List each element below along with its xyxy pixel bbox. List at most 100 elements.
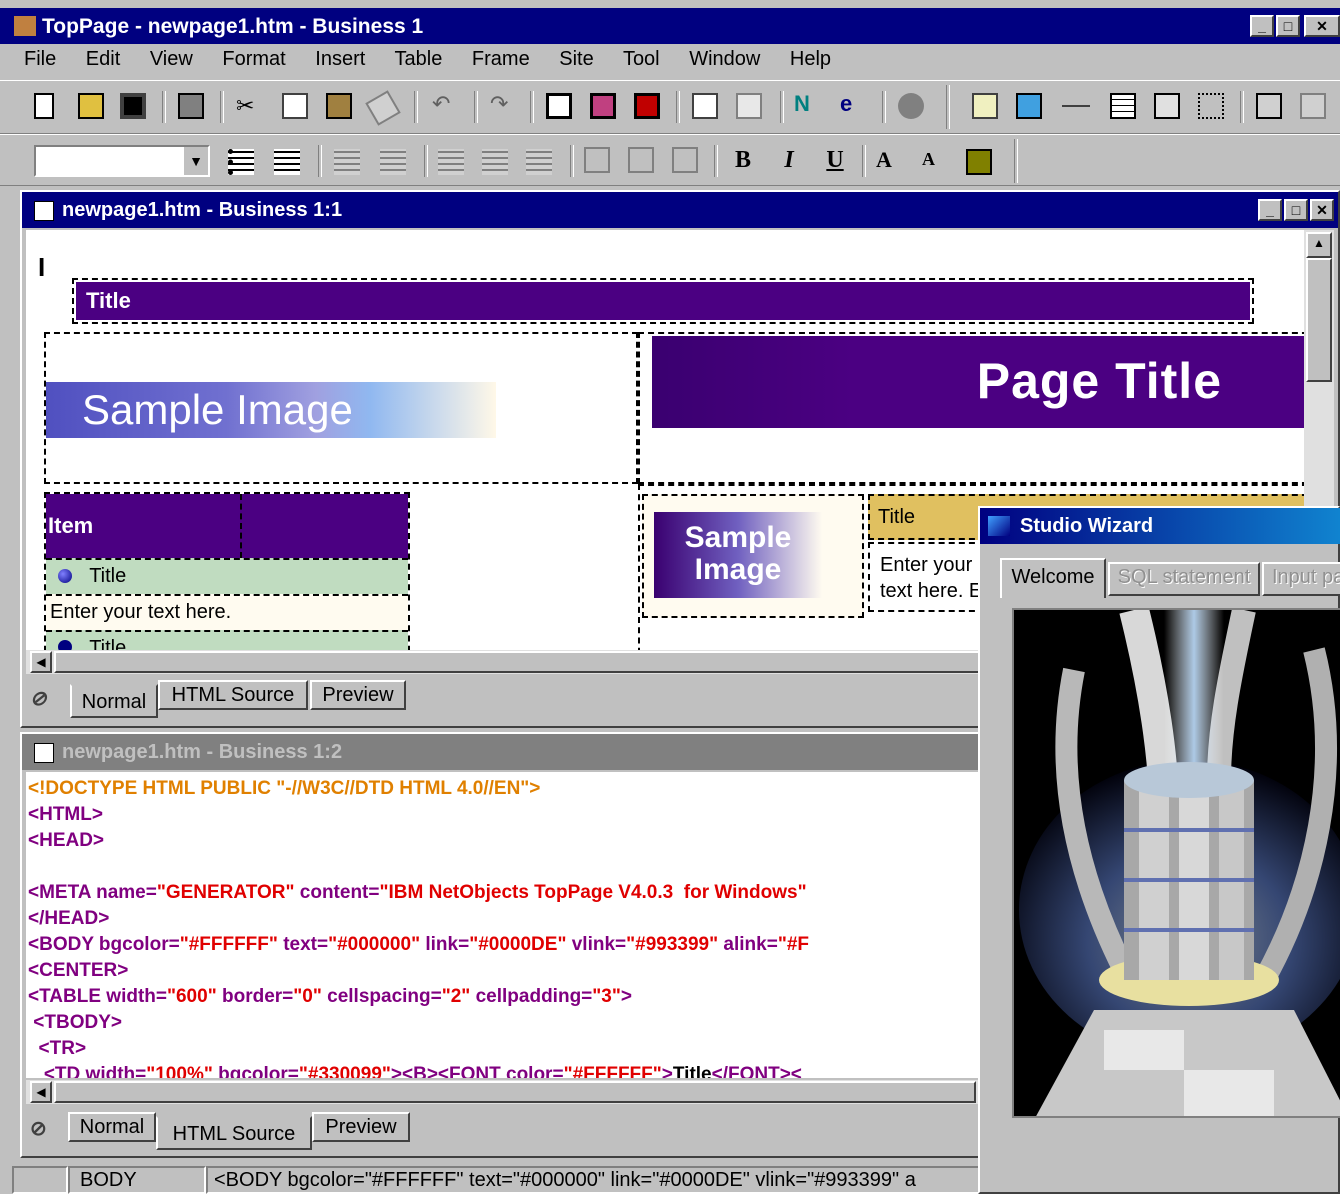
small-image-cell[interactable]: Sample Image [642, 494, 864, 618]
new-icon[interactable] [34, 93, 54, 119]
item-title-row-2[interactable]: Title [46, 630, 408, 650]
copy-page-icon[interactable] [736, 93, 762, 119]
undo-icon[interactable]: ↶ [432, 91, 458, 117]
valign-bottom-icon[interactable] [672, 147, 698, 173]
item-title-row[interactable]: Title [46, 558, 408, 594]
page-icon [34, 743, 54, 763]
valign-top-icon[interactable] [584, 147, 610, 173]
close-button[interactable]: ✕ [1304, 15, 1340, 37]
picture-icon[interactable] [1016, 93, 1042, 119]
stop-icon[interactable] [898, 93, 924, 119]
editor1-maximize-button[interactable]: □ [1284, 199, 1308, 221]
editor1-minimize-button[interactable]: _ [1258, 199, 1282, 221]
font-size-select[interactable]: ▼ [34, 145, 210, 177]
editor1-title-bar: newpage1.htm - Business 1:1 _ □ ✕ [22, 192, 1338, 228]
web-link-icon[interactable]: e [840, 91, 866, 117]
tab-preview[interactable]: Preview [312, 1112, 410, 1142]
tab-html-source[interactable]: HTML Source [158, 680, 308, 710]
menu-file[interactable]: File [24, 48, 56, 70]
image-cell[interactable]: Sample Image [44, 332, 638, 484]
tab-preview[interactable]: Preview [310, 680, 406, 710]
title-row[interactable]: Title [72, 278, 1254, 324]
image-icon[interactable] [590, 93, 616, 119]
java-icon[interactable] [634, 93, 660, 119]
link-icon[interactable]: N [794, 91, 820, 117]
editor1-close-button[interactable]: ✕ [1310, 199, 1334, 221]
italic-button[interactable]: I [776, 147, 802, 173]
redo-icon[interactable]: ↷ [490, 91, 516, 117]
menu-frame[interactable]: Frame [472, 48, 530, 70]
bullet-list-icon[interactable] [228, 149, 254, 175]
scroll-left-button[interactable]: ◀ [30, 651, 52, 673]
table-icon[interactable] [1110, 93, 1136, 119]
tab-sql-statement[interactable]: SQL statement [1108, 562, 1260, 596]
menu-view[interactable]: View [150, 48, 193, 70]
scroll-left-button[interactable]: ◀ [30, 1081, 52, 1103]
tab-welcome[interactable]: Welcome [1000, 558, 1106, 598]
open-icon[interactable] [78, 93, 104, 119]
menu-tool[interactable]: Tool [623, 48, 660, 70]
eraser-icon[interactable] [365, 90, 401, 126]
tab-normal[interactable]: Normal [70, 684, 158, 718]
app-icon [14, 16, 36, 36]
minimize-button[interactable]: _ [1250, 15, 1274, 37]
copy-icon[interactable] [282, 93, 308, 119]
horizontal-line-icon[interactable] [1062, 105, 1090, 107]
bold-button[interactable]: B [730, 147, 756, 173]
hscroll-thumb[interactable] [54, 651, 984, 673]
menu-site[interactable]: Site [559, 48, 593, 70]
align-center-icon[interactable] [482, 149, 508, 175]
menu-table[interactable]: Table [395, 48, 443, 70]
editor2-hscrollbar[interactable]: ◀ [26, 1080, 978, 1104]
format-toolbar: ▼ B I U A A [0, 134, 1340, 186]
small-sample-image: Sample Image [654, 512, 822, 598]
item-table[interactable]: Item Title Enter your text here. Title [44, 492, 410, 650]
menu-insert[interactable]: Insert [315, 48, 365, 70]
menu-window[interactable]: Window [689, 48, 760, 70]
outdent-icon[interactable] [334, 149, 360, 175]
frame-icon[interactable] [1198, 93, 1224, 119]
chevron-down-icon[interactable]: ▼ [182, 147, 208, 175]
form-table-icon[interactable] [1154, 93, 1180, 119]
menu-edit[interactable]: Edit [86, 48, 120, 70]
publish-icon[interactable] [1300, 93, 1326, 119]
font-color-icon[interactable] [966, 149, 992, 175]
print-icon[interactable] [178, 93, 204, 119]
tab-html-source[interactable]: HTML Source [156, 1116, 312, 1150]
scroll-up-button[interactable]: ▲ [1306, 232, 1332, 258]
font-larger-icon[interactable]: A [876, 147, 902, 173]
numbered-list-icon[interactable] [274, 149, 300, 175]
font-smaller-icon[interactable]: A [922, 149, 948, 175]
item-text-row[interactable]: Enter your text here. [46, 594, 408, 630]
code-line: <TD width="100%" bgcolor="#330099"><B><F… [28, 1064, 802, 1078]
code-line: </HEAD> [28, 908, 110, 929]
code-line: <BODY bgcolor="#FFFFFF" text="#000000" l… [28, 934, 810, 955]
tab-input-parameters[interactable]: Input pa [1262, 562, 1340, 596]
edit-icon[interactable] [972, 93, 998, 119]
status-text: <BODY bgcolor="#FFFFFF" text="#000000" l… [206, 1166, 986, 1194]
underline-button[interactable]: U [822, 147, 848, 173]
menu-format[interactable]: Format [222, 48, 285, 70]
editor-window-source: newpage1.htm - Business 1:2 <!DOCTYPE HT… [20, 732, 980, 1158]
indent-icon[interactable] [380, 149, 406, 175]
code-line: <HEAD> [28, 830, 105, 851]
maximize-button[interactable]: □ [1276, 15, 1300, 37]
paste-icon[interactable] [326, 93, 352, 119]
align-right-icon[interactable] [526, 149, 552, 175]
menu-help[interactable]: Help [790, 48, 831, 70]
wizard-icon[interactable] [1256, 93, 1282, 119]
source-code-area[interactable]: <!DOCTYPE HTML PUBLIC "-//W3C//DTD HTML … [26, 772, 978, 1078]
cut-icon[interactable]: ✂ [236, 93, 262, 119]
list-icon[interactable] [692, 93, 718, 119]
save-icon[interactable] [120, 93, 146, 119]
align-left-icon[interactable] [438, 149, 464, 175]
form-icon[interactable] [546, 93, 572, 119]
editor1-hscrollbar[interactable]: ◀ [26, 650, 986, 674]
valign-middle-icon[interactable] [628, 147, 654, 173]
tab-normal[interactable]: Normal [68, 1112, 156, 1142]
page-title-cell[interactable]: Page Title [638, 332, 1304, 484]
wizard-icon [988, 516, 1010, 536]
hscroll-thumb[interactable] [54, 1081, 976, 1103]
scroll-thumb[interactable] [1306, 258, 1332, 382]
